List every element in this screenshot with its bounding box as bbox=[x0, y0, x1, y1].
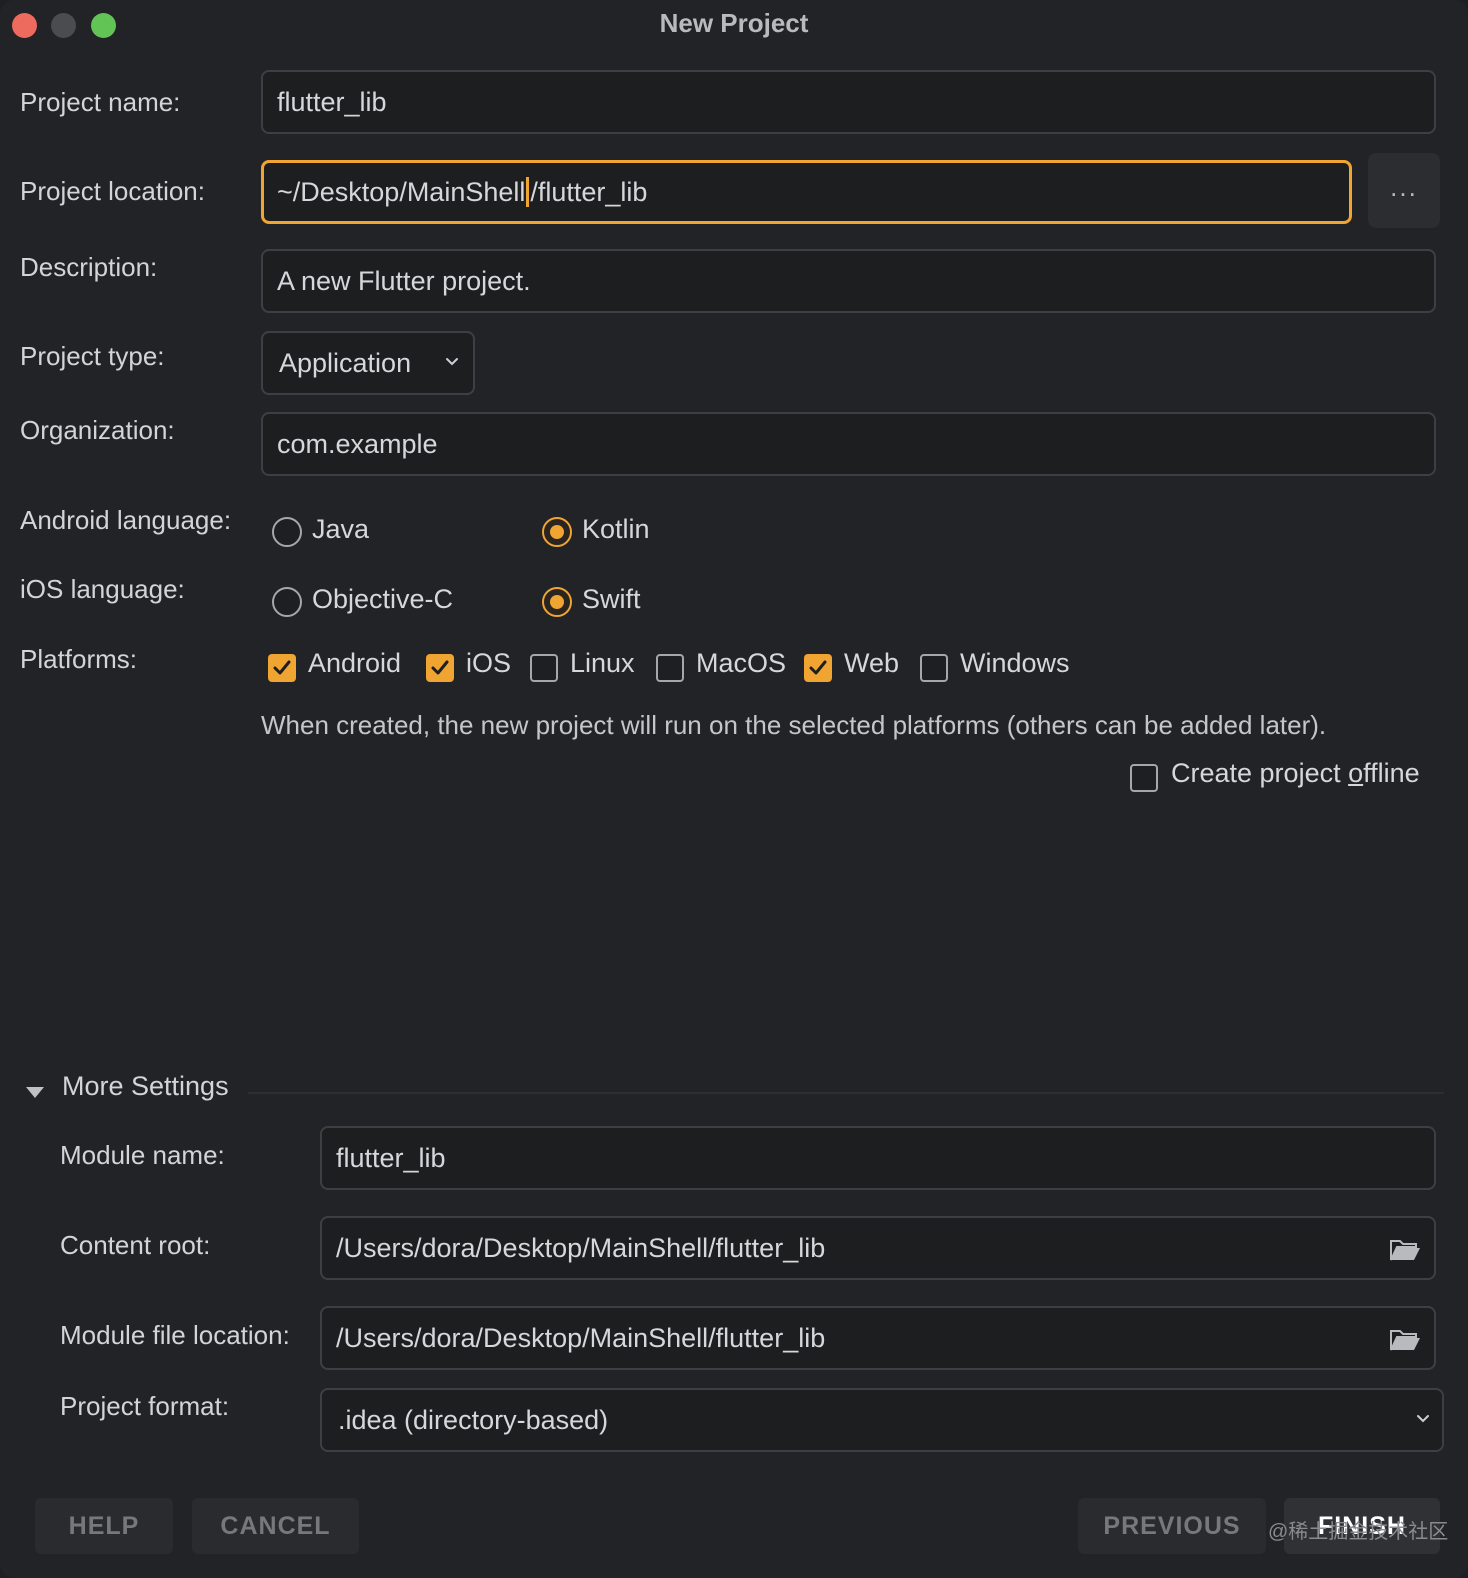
project-format-value: .idea (directory-based) bbox=[338, 1405, 609, 1435]
checkbox-android-label[interactable]: Android bbox=[308, 648, 401, 679]
checkbox-windows[interactable] bbox=[920, 654, 948, 682]
checkbox-web[interactable] bbox=[804, 654, 832, 682]
section-divider bbox=[248, 1092, 1444, 1094]
help-button[interactable]: HELP bbox=[35, 1498, 173, 1554]
platforms-hint: When created, the new project will run o… bbox=[261, 710, 1327, 740]
checkbox-ios-label[interactable]: iOS bbox=[466, 648, 511, 679]
checkbox-linux-label[interactable]: Linux bbox=[570, 648, 635, 679]
project-location-value-end: /flutter_lib bbox=[530, 177, 648, 207]
radio-objective-c-label[interactable]: Objective-C bbox=[312, 584, 453, 615]
organization-value: com.example bbox=[277, 429, 438, 459]
checkmark-icon bbox=[273, 660, 291, 675]
more-settings-header[interactable]: More Settings bbox=[62, 1071, 229, 1102]
organization-label: Organization: bbox=[20, 415, 175, 445]
create-offline-label[interactable]: Create project offline bbox=[1171, 758, 1420, 789]
project-type-value: Application bbox=[279, 348, 412, 378]
project-name-label: Project name: bbox=[20, 87, 181, 117]
radio-objective-c[interactable] bbox=[272, 587, 302, 617]
project-type-label: Project type: bbox=[20, 341, 165, 371]
project-type-select[interactable]: Application bbox=[261, 331, 475, 395]
text-caret bbox=[526, 176, 530, 207]
platforms-label: Platforms: bbox=[20, 644, 138, 674]
content-root-label: Content root: bbox=[60, 1230, 211, 1260]
create-offline-mnemonic: o bbox=[1348, 758, 1364, 788]
checkbox-windows-label[interactable]: Windows bbox=[960, 648, 1070, 679]
checkbox-create-offline[interactable] bbox=[1130, 764, 1158, 792]
window-title: New Project bbox=[659, 8, 809, 38]
ios-language-label: iOS language: bbox=[20, 574, 185, 604]
module-name-label: Module name: bbox=[60, 1140, 225, 1170]
radio-swift-label[interactable]: Swift bbox=[582, 584, 641, 615]
radio-java[interactable] bbox=[272, 517, 302, 547]
chevron-down-icon bbox=[1417, 1415, 1429, 1423]
project-location-value-start: ~/Desktop/MainShell bbox=[277, 177, 526, 207]
project-location-label: Project location: bbox=[20, 176, 205, 206]
ellipsis-icon: ... bbox=[1390, 171, 1418, 202]
title-bar: New Project bbox=[0, 0, 1468, 50]
folder-open-icon[interactable] bbox=[1389, 1237, 1421, 1263]
create-offline-label-end: ffline bbox=[1363, 758, 1420, 788]
module-file-location-label: Module file location: bbox=[60, 1320, 290, 1350]
cancel-button[interactable]: CANCEL bbox=[192, 1498, 359, 1554]
checkbox-android[interactable] bbox=[268, 654, 296, 682]
radio-kotlin[interactable] bbox=[542, 517, 572, 547]
content-root-input[interactable]: /Users/dora/Desktop/MainShell/flutter_li… bbox=[320, 1216, 1436, 1280]
browse-location-button[interactable]: ... bbox=[1368, 153, 1440, 228]
checkbox-macos[interactable] bbox=[656, 654, 684, 682]
content-root-value: /Users/dora/Desktop/MainShell/flutter_li… bbox=[336, 1233, 826, 1263]
collapse-triangle-icon[interactable] bbox=[26, 1087, 44, 1098]
checkbox-web-label[interactable]: Web bbox=[844, 648, 899, 679]
create-offline-label-start: Create project bbox=[1171, 758, 1349, 788]
description-value: A new Flutter project. bbox=[277, 266, 531, 296]
checkmark-icon bbox=[809, 660, 827, 675]
module-name-value: flutter_lib bbox=[336, 1143, 446, 1173]
project-location-input[interactable]: ~/Desktop/MainShell/flutter_lib bbox=[261, 160, 1352, 224]
checkmark-icon bbox=[431, 660, 449, 675]
module-file-location-input[interactable]: /Users/dora/Desktop/MainShell/flutter_li… bbox=[320, 1306, 1436, 1370]
checkbox-linux[interactable] bbox=[530, 654, 558, 682]
project-name-value: flutter_lib bbox=[277, 87, 387, 117]
checkbox-macos-label[interactable]: MacOS bbox=[696, 648, 786, 679]
folder-open-icon[interactable] bbox=[1389, 1327, 1421, 1353]
radio-kotlin-label[interactable]: Kotlin bbox=[582, 514, 650, 545]
radio-swift[interactable] bbox=[542, 587, 572, 617]
module-name-input[interactable]: flutter_lib bbox=[320, 1126, 1436, 1190]
description-label: Description: bbox=[20, 252, 158, 282]
android-language-label: Android language: bbox=[20, 505, 232, 535]
checkbox-ios[interactable] bbox=[426, 654, 454, 682]
module-file-location-value: /Users/dora/Desktop/MainShell/flutter_li… bbox=[336, 1323, 826, 1353]
project-format-select[interactable]: .idea (directory-based) bbox=[320, 1388, 1444, 1452]
project-format-label: Project format: bbox=[60, 1391, 230, 1421]
project-name-input[interactable]: flutter_lib bbox=[261, 70, 1436, 134]
organization-input[interactable]: com.example bbox=[261, 412, 1436, 476]
description-input[interactable]: A new Flutter project. bbox=[261, 249, 1436, 313]
radio-java-label[interactable]: Java bbox=[312, 514, 369, 545]
chevron-down-icon bbox=[446, 358, 458, 366]
watermark: @稀土掘金技术社区 bbox=[1268, 1521, 1449, 1543]
new-project-dialog: New Project Project name: flutter_lib Pr… bbox=[0, 0, 1468, 1578]
previous-button[interactable]: PREVIOUS bbox=[1078, 1498, 1266, 1554]
